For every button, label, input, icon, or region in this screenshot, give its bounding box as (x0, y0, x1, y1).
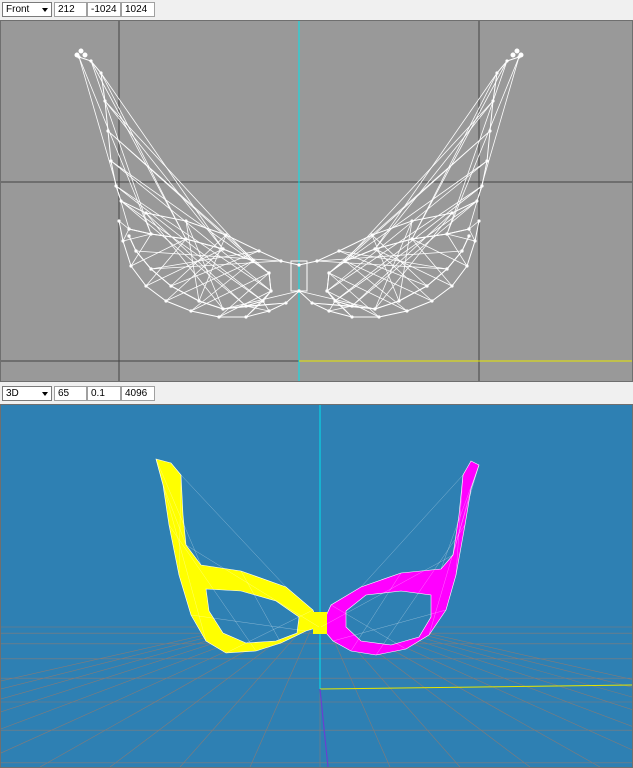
bottom-view-mode-value: 3D (6, 388, 19, 399)
top-viewport-toolbar: Front 212 -1024 1024 (0, 0, 633, 20)
bottom-viewport-toolbar: 3D 65 0.1 4096 (0, 384, 633, 404)
top-field-1[interactable]: 212 (54, 2, 87, 17)
bottom-field-3[interactable]: 4096 (121, 386, 155, 401)
perspective-viewport[interactable] (0, 404, 633, 768)
bottom-view-mode-select[interactable]: 3D (2, 386, 52, 401)
chevron-down-icon (42, 392, 48, 396)
front-viewport-canvas[interactable] (1, 21, 632, 381)
front-viewport[interactable] (0, 20, 633, 382)
top-field-3[interactable]: 1024 (121, 2, 155, 17)
chevron-down-icon (42, 8, 48, 12)
perspective-viewport-canvas[interactable] (1, 405, 632, 767)
bottom-field-1[interactable]: 65 (54, 386, 87, 401)
top-view-mode-select[interactable]: Front (2, 2, 52, 17)
bottom-field-2[interactable]: 0.1 (87, 386, 121, 401)
top-view-mode-value: Front (6, 4, 30, 15)
top-field-2[interactable]: -1024 (87, 2, 121, 17)
